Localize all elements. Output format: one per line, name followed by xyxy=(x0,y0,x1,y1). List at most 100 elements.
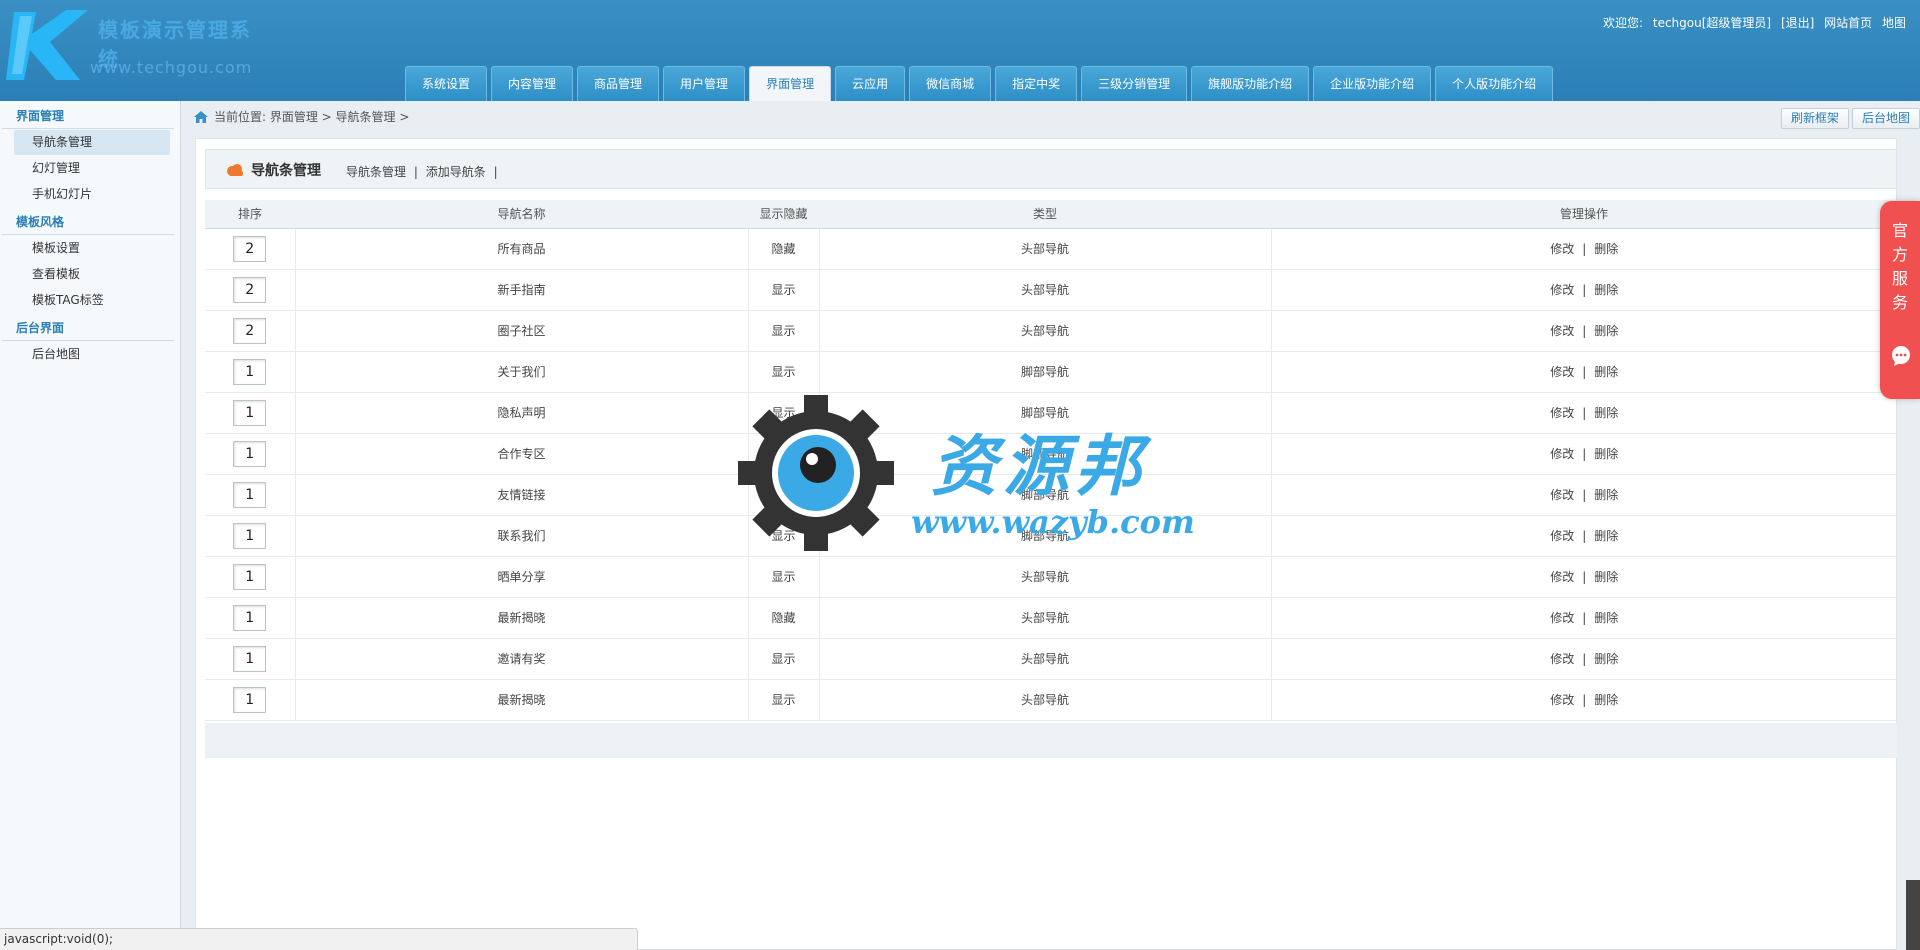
delete-link[interactable]: 删除 xyxy=(1594,406,1618,420)
table-row: 1 邀请有奖 显示 头部导航 修改 | 删除 xyxy=(205,638,1897,680)
table-row: 1 最新揭晓 隐藏 头部导航 修改 | 删除 xyxy=(205,597,1897,639)
edit-link[interactable]: 修改 xyxy=(1550,324,1574,338)
order-input[interactable]: 2 xyxy=(233,317,267,344)
tab-interface-management[interactable]: 界面管理 xyxy=(749,66,832,101)
order-input[interactable]: 1 xyxy=(233,358,267,385)
site-home-link[interactable]: 网站首页 xyxy=(1824,16,1872,30)
refresh-frame-button[interactable]: 刷新框架 xyxy=(1781,108,1850,129)
map-link[interactable]: 地图 xyxy=(1882,16,1906,30)
watermark-name: 资源邦 xyxy=(931,427,1147,505)
delete-link[interactable]: 删除 xyxy=(1594,652,1618,666)
edit-link[interactable]: 修改 xyxy=(1550,529,1574,543)
tab-content-management[interactable]: 内容管理 xyxy=(491,66,574,101)
edit-link[interactable]: 修改 xyxy=(1550,488,1574,502)
action-separator: | xyxy=(1582,324,1587,338)
tab-wechat-mall[interactable]: 微信商城 xyxy=(909,66,992,101)
tab-designated-winner[interactable]: 指定中奖 xyxy=(995,66,1078,101)
sidebar-item-nav-management[interactable]: 导航条管理 xyxy=(14,130,170,155)
order-input[interactable]: 1 xyxy=(233,645,267,672)
order-input[interactable]: 2 xyxy=(233,235,267,262)
delete-link[interactable]: 删除 xyxy=(1594,283,1618,297)
sidebar-group-template: 模板风格 xyxy=(2,209,174,235)
browser-status-bar: javascript:void(0); xyxy=(0,928,638,950)
logo[interactable]: 模板演示管理系统 www.techgou.com xyxy=(6,4,266,84)
type-cell: 头部导航 xyxy=(819,638,1272,680)
tab-user-management[interactable]: 用户管理 xyxy=(663,66,746,101)
delete-link[interactable]: 删除 xyxy=(1594,242,1618,256)
table-footer xyxy=(205,723,1897,758)
actions-cell: 修改 | 删除 xyxy=(1271,679,1897,721)
order-input[interactable]: 1 xyxy=(233,686,267,713)
add-nav-link[interactable]: 添加导航条 xyxy=(426,165,486,179)
sidebar-item-template-settings[interactable]: 模板设置 xyxy=(14,236,170,261)
welcome-text: 欢迎您: xyxy=(1603,16,1644,30)
order-input[interactable]: 2 xyxy=(233,276,267,303)
edit-link[interactable]: 修改 xyxy=(1550,365,1574,379)
tab-personal-intro[interactable]: 个人版功能介绍 xyxy=(1435,66,1554,101)
watermark: 资源邦 www.wazyb.com xyxy=(736,393,1196,553)
sidebar-item-template-tags[interactable]: 模板TAG标签 xyxy=(14,288,170,313)
order-input[interactable]: 1 xyxy=(233,522,267,549)
nav-management-link[interactable]: 导航条管理 xyxy=(346,165,406,179)
action-separator: | xyxy=(1582,652,1587,666)
order-cell: 1 xyxy=(205,679,296,721)
order-input[interactable]: 1 xyxy=(233,481,267,508)
edit-link[interactable]: 修改 xyxy=(1550,570,1574,584)
sidebar-item-slides[interactable]: 幻灯管理 xyxy=(14,156,170,181)
order-input[interactable]: 1 xyxy=(233,563,267,590)
col-header-visibility: 显示隐藏 xyxy=(748,200,819,229)
type-cell: 头部导航 xyxy=(819,556,1272,598)
edit-link[interactable]: 修改 xyxy=(1550,283,1574,297)
order-input[interactable]: 1 xyxy=(233,604,267,631)
sidebar-item-admin-map[interactable]: 后台地图 xyxy=(14,342,170,367)
username: techgou xyxy=(1652,16,1702,30)
edit-link[interactable]: 修改 xyxy=(1550,447,1574,461)
nav-name-cell: 所有商品 xyxy=(295,228,749,270)
table-row: 1 关于我们 显示 脚部导航 修改 | 删除 xyxy=(205,351,1897,393)
panel-links: 导航条管理 | 添加导航条 | xyxy=(346,163,502,180)
delete-link[interactable]: 删除 xyxy=(1594,447,1618,461)
order-input[interactable]: 1 xyxy=(233,440,267,467)
actions-cell: 修改 | 删除 xyxy=(1271,597,1897,639)
tab-cloud-apps[interactable]: 云应用 xyxy=(835,66,906,101)
order-cell: 2 xyxy=(205,228,296,270)
edit-link[interactable]: 修改 xyxy=(1550,406,1574,420)
link-separator: | xyxy=(493,165,498,179)
action-separator: | xyxy=(1582,283,1587,297)
delete-link[interactable]: 删除 xyxy=(1594,693,1618,707)
tab-flagship-intro[interactable]: 旗舰版功能介绍 xyxy=(1191,66,1310,101)
link-separator: | xyxy=(413,165,418,179)
delete-link[interactable]: 删除 xyxy=(1594,570,1618,584)
edit-link[interactable]: 修改 xyxy=(1550,242,1574,256)
chat-icon xyxy=(1892,346,1910,366)
sidebar-item-view-templates[interactable]: 查看模板 xyxy=(14,262,170,287)
tab-three-level-distribution[interactable]: 三级分销管理 xyxy=(1081,66,1188,101)
tab-enterprise-intro[interactable]: 企业版功能介绍 xyxy=(1313,66,1432,101)
tab-system-settings[interactable]: 系统设置 xyxy=(405,66,488,101)
admin-map-button[interactable]: 后台地图 xyxy=(1852,108,1920,129)
delete-link[interactable]: 删除 xyxy=(1594,365,1618,379)
table-row: 1 最新揭晓 显示 头部导航 修改 | 删除 xyxy=(205,679,1897,721)
edit-link[interactable]: 修改 xyxy=(1550,611,1574,625)
col-header-actions: 管理操作 xyxy=(1271,200,1897,229)
delete-link[interactable]: 删除 xyxy=(1594,529,1618,543)
breadcrumb-text: 当前位置: 界面管理 > 导航条管理 > xyxy=(214,110,410,124)
scrollbar[interactable] xyxy=(1906,880,1920,950)
delete-link[interactable]: 删除 xyxy=(1594,324,1618,338)
sidebar-item-mobile-slides[interactable]: 手机幻灯片 xyxy=(14,182,170,207)
col-header-name: 导航名称 xyxy=(295,200,748,229)
visibility-cell: 显示 xyxy=(748,269,820,311)
nav-name-cell: 隐私声明 xyxy=(295,392,749,434)
edit-link[interactable]: 修改 xyxy=(1550,652,1574,666)
action-separator: | xyxy=(1582,693,1587,707)
delete-link[interactable]: 删除 xyxy=(1594,611,1618,625)
panel-title: 导航条管理 xyxy=(251,163,321,179)
official-service-badge[interactable]: 官方服务 xyxy=(1880,201,1920,399)
order-cell: 1 xyxy=(205,474,296,516)
nav-name-cell: 晒单分享 xyxy=(295,556,749,598)
order-input[interactable]: 1 xyxy=(233,399,267,426)
edit-link[interactable]: 修改 xyxy=(1550,693,1574,707)
tab-product-management[interactable]: 商品管理 xyxy=(577,66,660,101)
delete-link[interactable]: 删除 xyxy=(1594,488,1618,502)
logout-link[interactable]: [退出] xyxy=(1781,16,1814,30)
